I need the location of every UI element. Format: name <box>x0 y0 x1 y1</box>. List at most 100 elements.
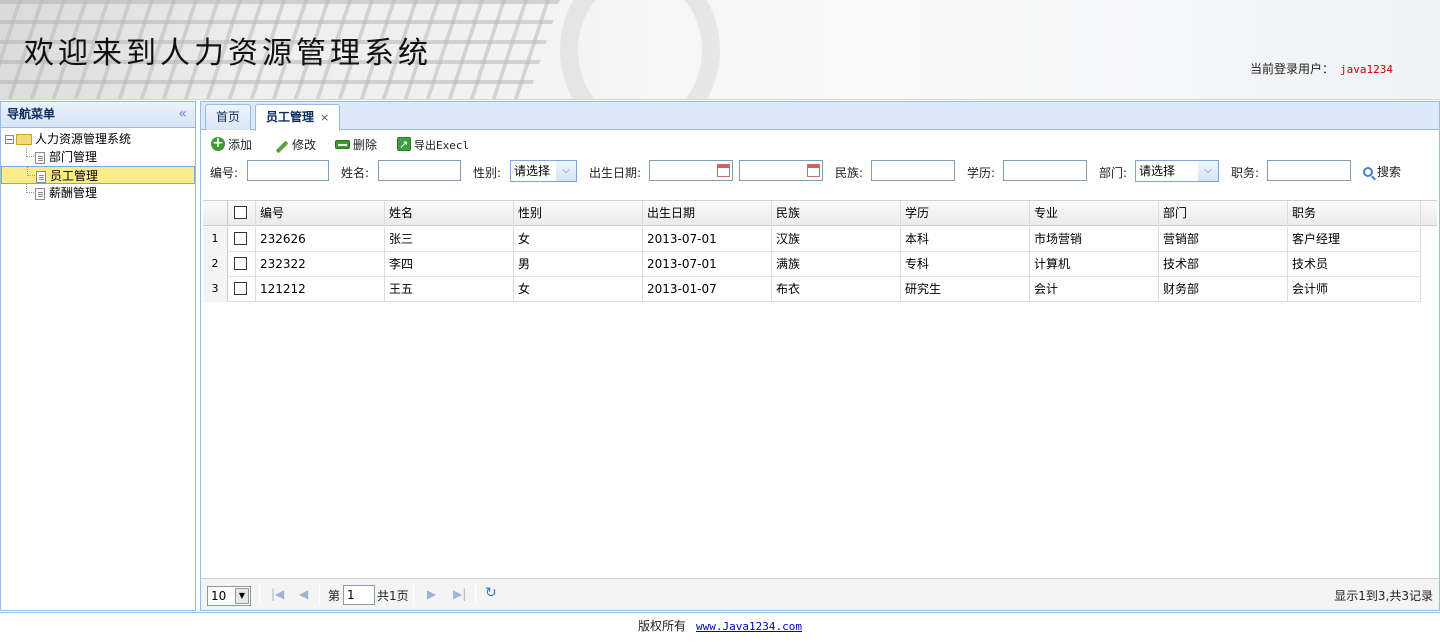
nation-input[interactable] <box>871 160 955 181</box>
column-header[interactable]: 编号 <box>256 201 385 226</box>
sex-label: 性别: <box>473 166 502 180</box>
nav-panel: 导航菜单 « − 人力资源管理系统 部门管理 员工管理 薪酬管理 <box>0 101 196 611</box>
column-header[interactable]: 职务 <box>1288 201 1421 226</box>
sex-select[interactable]: 请选择 ⌵ <box>510 160 577 182</box>
edit-button[interactable]: 修改 <box>275 136 316 154</box>
table-row[interactable]: 3 121212 王五 女 2013-01-07 布衣 研究生 会计 财务部 会… <box>203 277 1421 302</box>
pagination-bar: 10 ▼ |◀ ◀ 第 1 共1页 ▶ ▶| ↻ 显示1到3,共3记录 <box>201 578 1439 610</box>
sidebar-item-label: 部门管理 <box>49 150 98 164</box>
id-input[interactable] <box>247 160 329 181</box>
last-page-icon[interactable]: ▶| <box>453 587 466 601</box>
position-input[interactable] <box>1267 160 1351 181</box>
nation-label: 民族: <box>835 166 864 180</box>
table-cell: 财务部 <box>1159 277 1288 302</box>
chevron-down-icon: ⌵ <box>1198 161 1218 181</box>
sex-select-value: 请选择 <box>514 164 551 178</box>
tree-node-root[interactable]: − 人力资源管理系统 <box>1 130 195 148</box>
column-header[interactable]: 民族 <box>772 201 901 226</box>
calendar-icon[interactable] <box>807 164 820 177</box>
current-user: 当前登录用户： java1234 <box>1250 60 1393 77</box>
birth-start-input[interactable] <box>649 160 733 181</box>
tree-guide-line <box>26 148 34 157</box>
export-button-label: 导出Execl <box>414 139 470 152</box>
table-cell: 满族 <box>772 252 901 277</box>
current-user-name: java1234 <box>1340 63 1393 76</box>
header-arch-graphic <box>560 0 720 99</box>
column-header[interactable]: 出生日期 <box>643 201 772 226</box>
row-select-cell <box>228 252 256 277</box>
education-input[interactable] <box>1003 160 1087 181</box>
pager-separator <box>413 585 414 605</box>
row-number-header <box>203 201 228 226</box>
nav-panel-header: 导航菜单 « <box>1 102 195 128</box>
column-header[interactable]: 专业 <box>1030 201 1159 226</box>
footer-link[interactable]: www.Java1234.com <box>696 620 802 633</box>
close-icon[interactable]: × <box>320 111 329 124</box>
prev-page-icon[interactable]: ◀ <box>299 587 308 601</box>
column-header[interactable]: 姓名 <box>385 201 514 226</box>
table-cell: 121212 <box>256 277 385 302</box>
name-input[interactable] <box>378 160 461 181</box>
table-row[interactable]: 2 232322 李四 男 2013-07-01 满族 专科 计算机 技术部 技… <box>203 252 1421 277</box>
search-button[interactable]: 搜索 <box>1363 163 1401 180</box>
export-excel-button[interactable]: 导出Execl <box>397 136 469 154</box>
row-checkbox[interactable] <box>234 257 247 270</box>
table-cell: 营销部 <box>1159 227 1288 252</box>
table-row[interactable]: 1 232626 张三 女 2013-07-01 汉族 本科 市场营销 营销部 … <box>203 227 1421 252</box>
calendar-icon[interactable] <box>717 164 730 177</box>
pencil-icon <box>275 140 289 154</box>
select-all-checkbox[interactable] <box>234 206 247 219</box>
next-page-icon[interactable]: ▶ <box>427 587 436 601</box>
first-page-icon[interactable]: |◀ <box>271 587 284 601</box>
row-select-cell <box>228 227 256 252</box>
birth-end-input[interactable] <box>739 160 823 181</box>
file-icon <box>35 151 45 164</box>
nav-tree: − 人力资源管理系统 部门管理 员工管理 薪酬管理 <box>1 128 195 202</box>
table-cell: 专科 <box>901 252 1030 277</box>
add-button-label: 添加 <box>228 138 253 152</box>
table-cell: 会计 <box>1030 277 1159 302</box>
tab-label: 首页 <box>216 110 241 124</box>
row-checkbox[interactable] <box>234 232 247 245</box>
sidebar-item-employee[interactable]: 员工管理 <box>1 166 195 184</box>
tab-employee[interactable]: 员工管理 × <box>255 104 341 131</box>
column-header[interactable]: 学历 <box>901 201 1030 226</box>
table-cell: 李四 <box>385 252 514 277</box>
edit-button-label: 修改 <box>292 138 317 152</box>
file-icon <box>36 170 46 183</box>
refresh-icon[interactable]: ↻ <box>485 585 497 601</box>
page-size-select[interactable]: 10 ▼ <box>207 586 251 606</box>
double-chevron-left-icon[interactable]: « <box>178 102 187 126</box>
collapse-node-icon[interactable]: − <box>5 135 14 144</box>
column-header[interactable]: 性别 <box>514 201 643 226</box>
search-button-label: 搜索 <box>1377 165 1402 179</box>
table-cell: 男 <box>514 252 643 277</box>
page-total: 共1页 <box>377 589 409 603</box>
tree-guide-line <box>26 184 34 193</box>
app-header: 欢迎来到人力资源管理系统 当前登录用户： java1234 <box>0 0 1440 100</box>
table-cell: 本科 <box>901 227 1030 252</box>
add-button[interactable]: 添加 <box>211 134 253 154</box>
table-cell: 女 <box>514 227 643 252</box>
table-cell: 王五 <box>385 277 514 302</box>
table-cell: 研究生 <box>901 277 1030 302</box>
chevron-down-icon: ▼ <box>235 588 249 604</box>
dept-label: 部门: <box>1099 166 1128 180</box>
table-cell: 女 <box>514 277 643 302</box>
position-label: 职务: <box>1231 166 1260 180</box>
column-header[interactable]: 部门 <box>1159 201 1288 226</box>
copyright-text: 版权所有 <box>638 619 687 633</box>
tree-guide-line <box>27 167 35 176</box>
table-cell: 客户经理 <box>1288 227 1421 252</box>
sidebar-item-dept[interactable]: 部门管理 <box>1 148 195 166</box>
dept-select-value: 请选择 <box>1139 164 1176 178</box>
table-cell: 市场营销 <box>1030 227 1159 252</box>
folder-icon <box>16 134 32 145</box>
id-label: 编号: <box>210 166 239 180</box>
delete-button[interactable]: 删除 <box>335 136 377 154</box>
row-checkbox[interactable] <box>234 282 247 295</box>
page-number-input[interactable]: 1 <box>343 585 375 605</box>
dept-select[interactable]: 请选择 ⌵ <box>1135 160 1219 182</box>
tab-home[interactable]: 首页 <box>205 104 252 130</box>
sidebar-item-salary[interactable]: 薪酬管理 <box>1 184 195 202</box>
